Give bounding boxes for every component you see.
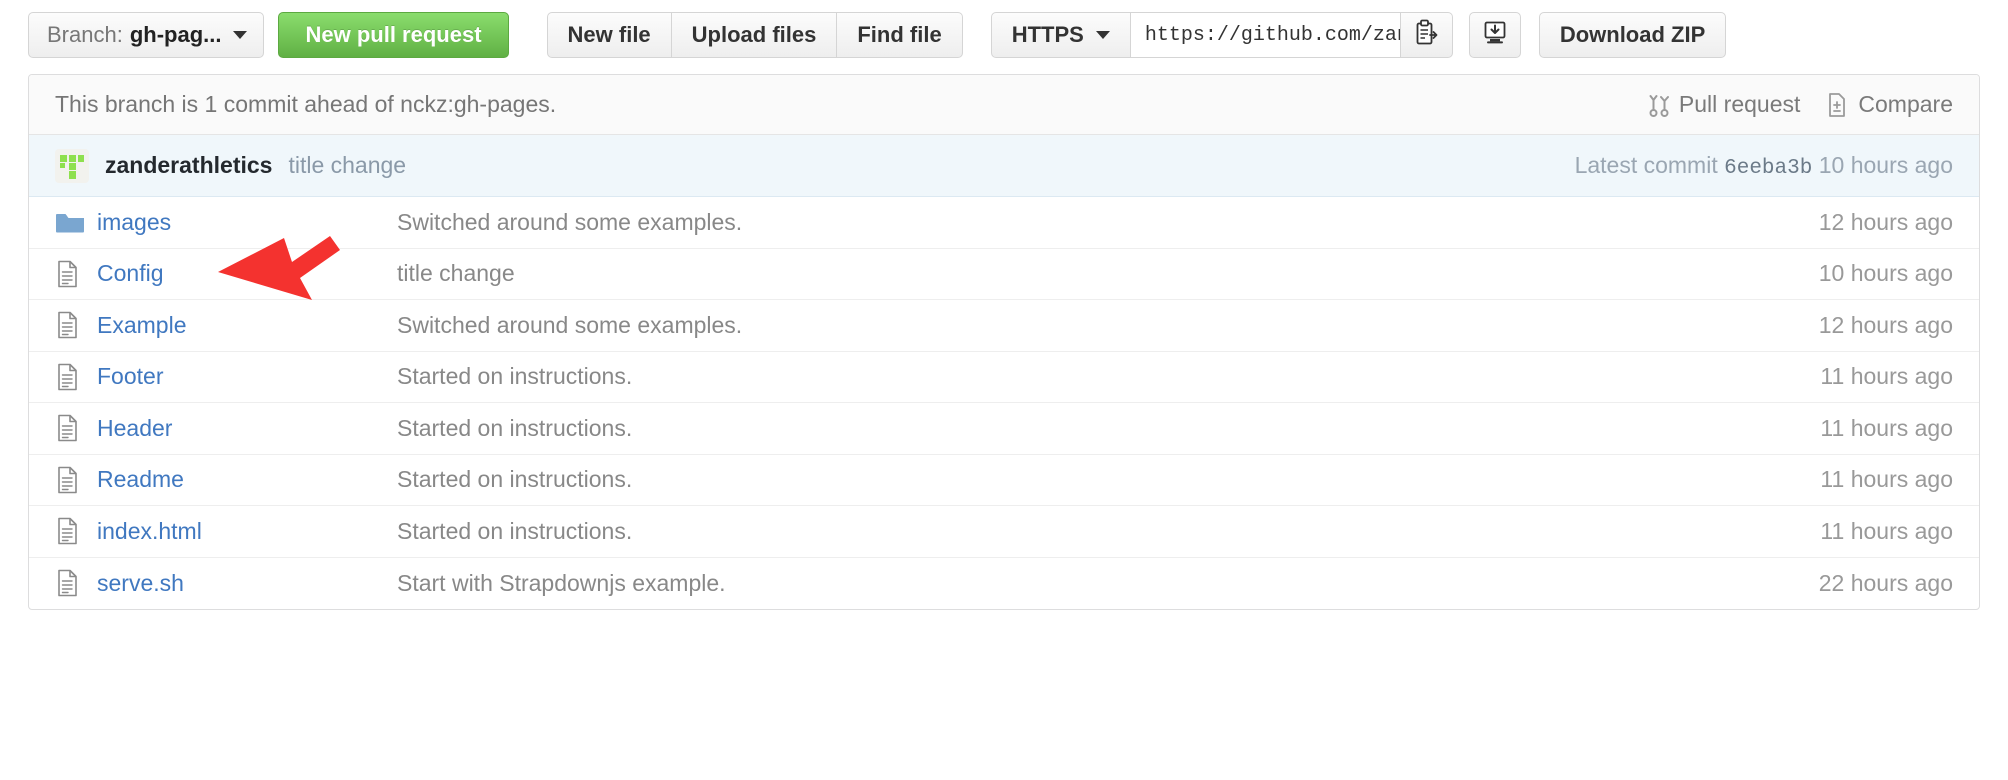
chevron-down-icon — [233, 31, 248, 39]
file-name-link[interactable]: Header — [97, 415, 397, 442]
commit-message: title change — [288, 152, 407, 178]
file-commit-age: 12 hours ago — [1818, 208, 1953, 235]
table-row-footer[interactable]: Footer Started on instructions. 11 hours… — [29, 352, 1979, 403]
file-diff-icon — [1826, 92, 1848, 118]
avatar — [55, 148, 89, 183]
new-file-button[interactable]: New file — [546, 12, 672, 58]
file-commit-age: 12 hours ago — [1818, 311, 1953, 338]
branch-status-text: This branch is 1 commit ahead of nckz:gh… — [55, 91, 557, 117]
repository-content-box: This branch is 1 commit ahead of nckz:gh… — [28, 74, 1980, 610]
branch-current-name: gh-pag... — [129, 22, 222, 47]
table-row-example[interactable]: Example Switched around some examples. 1… — [29, 300, 1979, 352]
file-commit-age: 11 hours ago — [1820, 414, 1953, 441]
file-commit-message: Start with Strapdownjs example. — [397, 569, 726, 596]
file-text-icon — [55, 516, 97, 546]
file-commit-message: Started on instructions. — [397, 466, 633, 493]
file-name-link[interactable]: serve.sh — [97, 570, 397, 597]
file-name-link[interactable]: images — [97, 209, 397, 236]
file-text-icon — [55, 310, 97, 340]
latest-commit-label: Latest commit — [1574, 151, 1718, 178]
table-row-config[interactable]: Config title change 10 hours ago — [29, 249, 1979, 300]
latest-commit-row: zanderathletics title change Latest comm… — [29, 135, 1979, 197]
commit-sha[interactable]: 6eeba3b — [1724, 157, 1812, 180]
file-text-icon — [55, 413, 97, 443]
branch-label: Branch: — [47, 22, 123, 47]
git-pull-request-icon — [1649, 92, 1669, 118]
file-name-link[interactable]: Readme — [97, 466, 397, 493]
find-file-button[interactable]: Find file — [837, 12, 963, 58]
latest-commit-meta: Latest commit 6eeba3b 10 hours ago — [1575, 152, 1953, 180]
folder-icon — [55, 209, 97, 235]
table-row-header[interactable]: Header Started on instructions. 11 hours… — [29, 403, 1979, 455]
table-row-index-html[interactable]: index.html Started on instructions. 11 h… — [29, 506, 1979, 558]
file-name-link[interactable]: Footer — [97, 363, 397, 390]
pull-request-label: Pull request — [1678, 91, 1801, 117]
file-text-icon — [58, 414, 77, 442]
file-commit-message: Started on instructions. — [397, 414, 633, 441]
latest-commit-author-block: zanderathletics title change — [55, 148, 407, 183]
pull-request-link[interactable]: Pull request — [1649, 91, 1800, 118]
repository-file-browser: Branch: gh-pag... New pull request New f… — [0, 0, 2008, 780]
table-row-images[interactable]: images Switched around some examples. 12… — [29, 197, 1979, 249]
file-commit-message: title change — [397, 260, 515, 287]
file-text-icon — [58, 311, 77, 339]
new-pull-request-button[interactable]: New pull request — [278, 12, 509, 58]
file-text-icon — [55, 259, 97, 289]
copy-to-clipboard-button[interactable] — [1400, 12, 1453, 58]
file-commit-age: 11 hours ago — [1820, 363, 1953, 390]
clone-protocol-label: HTTPS — [1011, 22, 1084, 47]
file-text-icon — [55, 465, 97, 495]
file-list: images Switched around some examples. 12… — [29, 197, 1979, 609]
file-text-icon — [55, 362, 97, 392]
open-in-desktop-button[interactable] — [1468, 12, 1521, 58]
download-zip-button[interactable]: Download ZIP — [1538, 12, 1727, 58]
upload-files-button[interactable]: Upload files — [671, 12, 838, 58]
branch-status-bar: This branch is 1 commit ahead of nckz:gh… — [29, 75, 1979, 135]
clone-protocol-button[interactable]: HTTPS — [990, 12, 1131, 58]
file-text-icon — [58, 517, 77, 545]
file-text-icon — [58, 466, 77, 494]
file-commit-message: Switched around some examples. — [397, 311, 743, 338]
compare-label: Compare — [1858, 91, 1953, 117]
file-commit-age: 10 hours ago — [1818, 260, 1953, 287]
desktop-download-icon — [1481, 19, 1509, 52]
file-name-link[interactable]: Config — [97, 260, 397, 287]
file-text-icon — [55, 568, 97, 598]
latest-commit-age: 10 hours ago — [1818, 151, 1953, 178]
folder-icon — [56, 214, 84, 233]
file-name-link[interactable]: index.html — [97, 518, 397, 545]
file-commit-age: 22 hours ago — [1818, 569, 1953, 596]
file-commit-age: 11 hours ago — [1820, 466, 1953, 493]
file-text-icon — [58, 569, 77, 597]
table-row-serve-sh[interactable]: serve.sh Start with Strapdownjs example.… — [29, 558, 1979, 610]
clone-url-group: HTTPS https://github.com/zander — [990, 12, 1521, 58]
table-row-readme[interactable]: Readme Started on instructions. 11 hours… — [29, 455, 1979, 506]
file-commit-message: Started on instructions. — [397, 517, 633, 544]
compare-link[interactable]: Compare — [1826, 91, 1953, 118]
file-text-icon — [58, 260, 77, 288]
clone-url-input[interactable]: https://github.com/zander — [1130, 12, 1401, 58]
file-commit-message: Switched around some examples. — [397, 208, 743, 235]
commit-author-name[interactable]: zanderathletics — [105, 152, 272, 179]
chevron-down-icon — [1095, 31, 1110, 39]
file-commit-age: 11 hours ago — [1820, 517, 1953, 544]
branch-status-actions: Pull request Compare — [1649, 91, 1953, 118]
file-name-link[interactable]: Example — [97, 312, 397, 339]
file-actions-group: New file Upload files Find file — [546, 12, 963, 58]
clipboard-copy-icon — [1413, 19, 1439, 52]
branch-selector-button[interactable]: Branch: gh-pag... — [28, 12, 265, 58]
file-text-icon — [58, 363, 77, 391]
file-commit-message: Started on instructions. — [397, 363, 633, 390]
repo-toolbar: Branch: gh-pag... New pull request New f… — [28, 0, 1980, 62]
